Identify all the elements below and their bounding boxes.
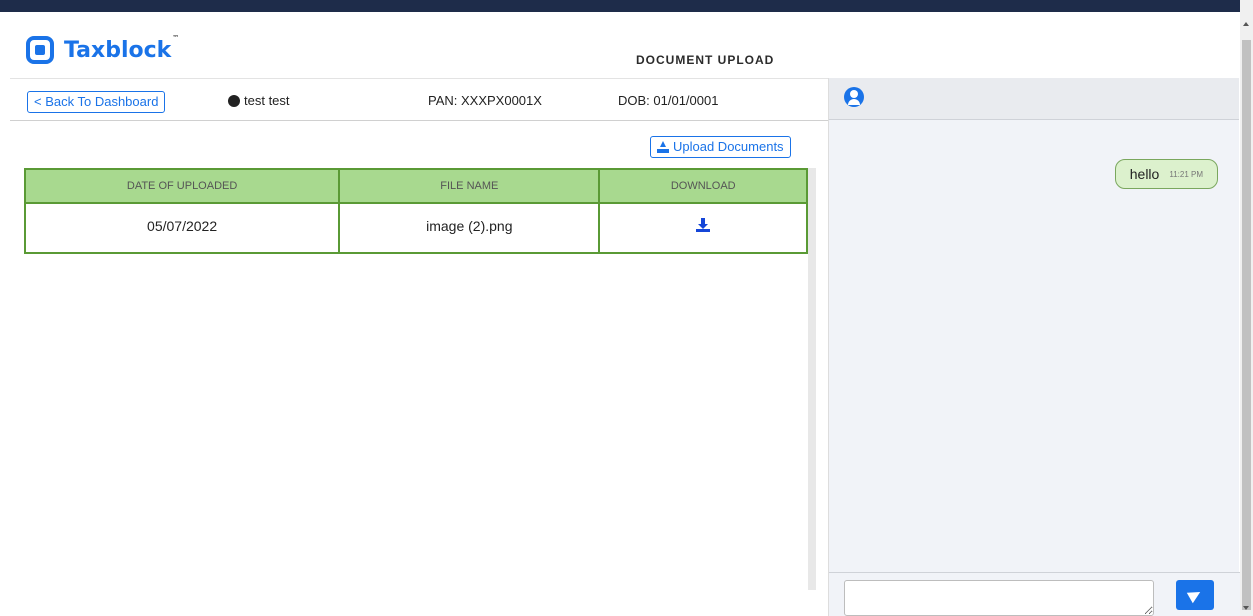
documents-panel: < Back To Dashboard test test PAN: XXXPX…: [10, 78, 828, 616]
send-button[interactable]: [1176, 580, 1214, 610]
cell-file-name: image (2).png: [338, 202, 601, 254]
date-of-birth: DOB: 01/01/0001: [618, 93, 719, 108]
table-header-row: DATE OF UPLOADED FILE NAME DOWNLOAD: [23, 168, 808, 204]
cell-download: [598, 202, 808, 254]
chat-message: hello 11:21 PM: [1114, 159, 1218, 189]
scrollbar-thumb[interactable]: [1242, 40, 1251, 610]
column-header-file-name: FILE NAME: [338, 168, 601, 204]
column-header-download: DOWNLOAD: [598, 168, 808, 204]
brand-name: Taxblock ™: [64, 34, 179, 63]
chat-header: [829, 78, 1239, 120]
upload-documents-button[interactable]: Upload Documents: [650, 136, 791, 158]
pan-number: PAN: XXXPX0001X: [428, 93, 542, 108]
trademark: ™: [172, 33, 180, 42]
scroll-down-icon[interactable]: [1243, 606, 1249, 610]
back-to-dashboard-button[interactable]: < Back To Dashboard: [27, 91, 166, 113]
table-scrollbar[interactable]: [808, 168, 816, 590]
page-title: DOCUMENT UPLOAD: [636, 53, 775, 67]
chat-message-input[interactable]: [844, 580, 1154, 616]
top-accent-bar: [0, 0, 1240, 12]
brand-text: Taxblock: [64, 37, 172, 63]
paper-plane-icon: [1186, 586, 1204, 604]
brand-logo[interactable]: Taxblock ™: [26, 34, 179, 64]
app-header: Taxblock ™ DOCUMENT UPLOAD: [0, 12, 1240, 78]
chat-panel: hello 11:21 PM: [828, 78, 1240, 616]
documents-table: DATE OF UPLOADED FILE NAME DOWNLOAD 05/0…: [23, 168, 808, 254]
upload-documents-label: Upload Documents: [673, 139, 784, 154]
download-icon[interactable]: [696, 218, 711, 232]
message-text: hello: [1129, 166, 1160, 182]
cell-date-uploaded: 05/07/2022: [23, 202, 341, 254]
page-scrollbar[interactable]: [1240, 0, 1253, 616]
column-header-date: DATE OF UPLOADED: [23, 168, 341, 204]
user-avatar-icon[interactable]: [844, 87, 864, 107]
client-info-bar: < Back To Dashboard test test PAN: XXXPX…: [10, 79, 828, 121]
chat-composer: [829, 572, 1240, 616]
table-row: 05/07/2022 image (2).png: [23, 202, 808, 254]
upload-icon: [657, 141, 669, 153]
logo-icon: [26, 36, 54, 64]
message-time: 11:21 PM: [1169, 169, 1203, 179]
user-circle-icon: [228, 94, 240, 107]
scroll-up-icon[interactable]: [1243, 22, 1249, 26]
user-info: test test: [228, 93, 290, 108]
user-name: test test: [244, 93, 290, 108]
